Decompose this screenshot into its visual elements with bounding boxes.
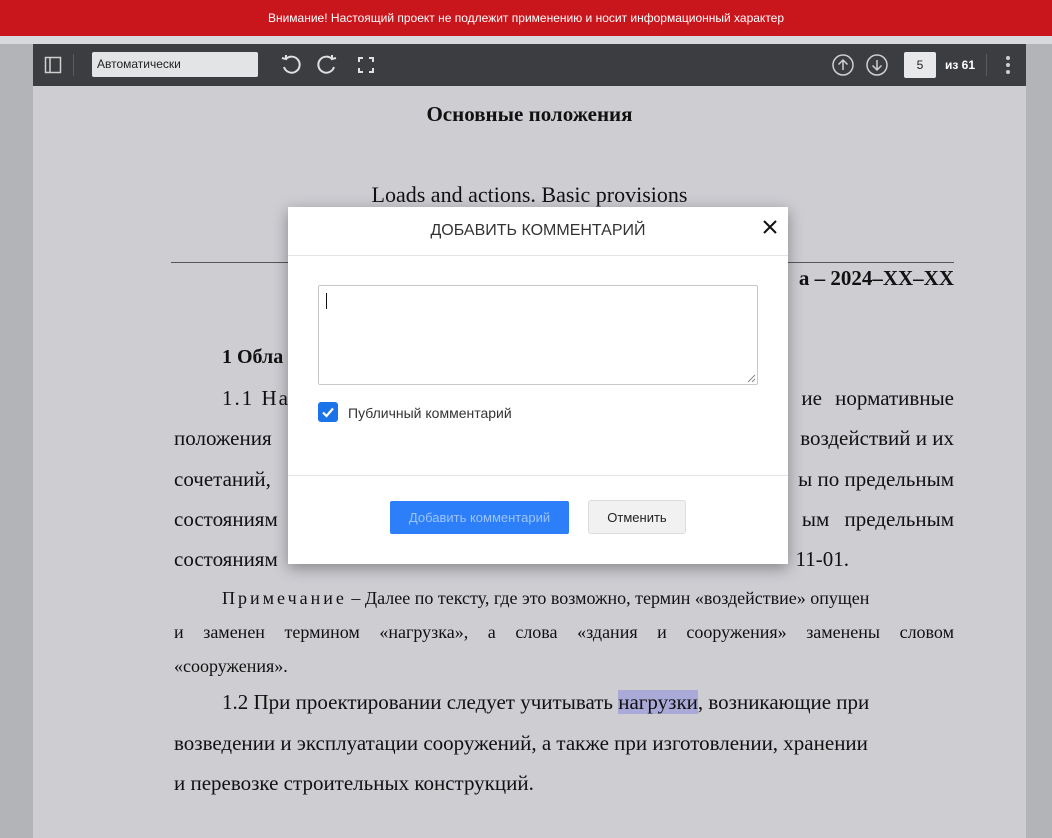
resize-handle-icon[interactable] — [746, 373, 756, 383]
public-comment-label: Публичный комментарий — [348, 405, 512, 421]
close-icon — [763, 220, 777, 234]
add-comment-dialog: ДОБАВИТЬ КОММЕНТАРИЙ Публичный комментар… — [288, 207, 788, 564]
dialog-divider — [288, 475, 788, 476]
close-button[interactable] — [760, 217, 780, 237]
add-comment-button[interactable]: Добавить комментарий — [390, 501, 569, 534]
comment-textarea[interactable] — [318, 285, 758, 385]
cancel-button[interactable]: Отменить — [588, 500, 686, 534]
public-comment-checkbox[interactable] — [318, 402, 338, 422]
dialog-title: ДОБАВИТЬ КОММЕНТАРИЙ — [430, 222, 646, 239]
checkmark-icon — [322, 407, 334, 418]
text-caret — [326, 293, 327, 309]
dialog-header: ДОБАВИТЬ КОММЕНТАРИЙ — [288, 207, 788, 256]
